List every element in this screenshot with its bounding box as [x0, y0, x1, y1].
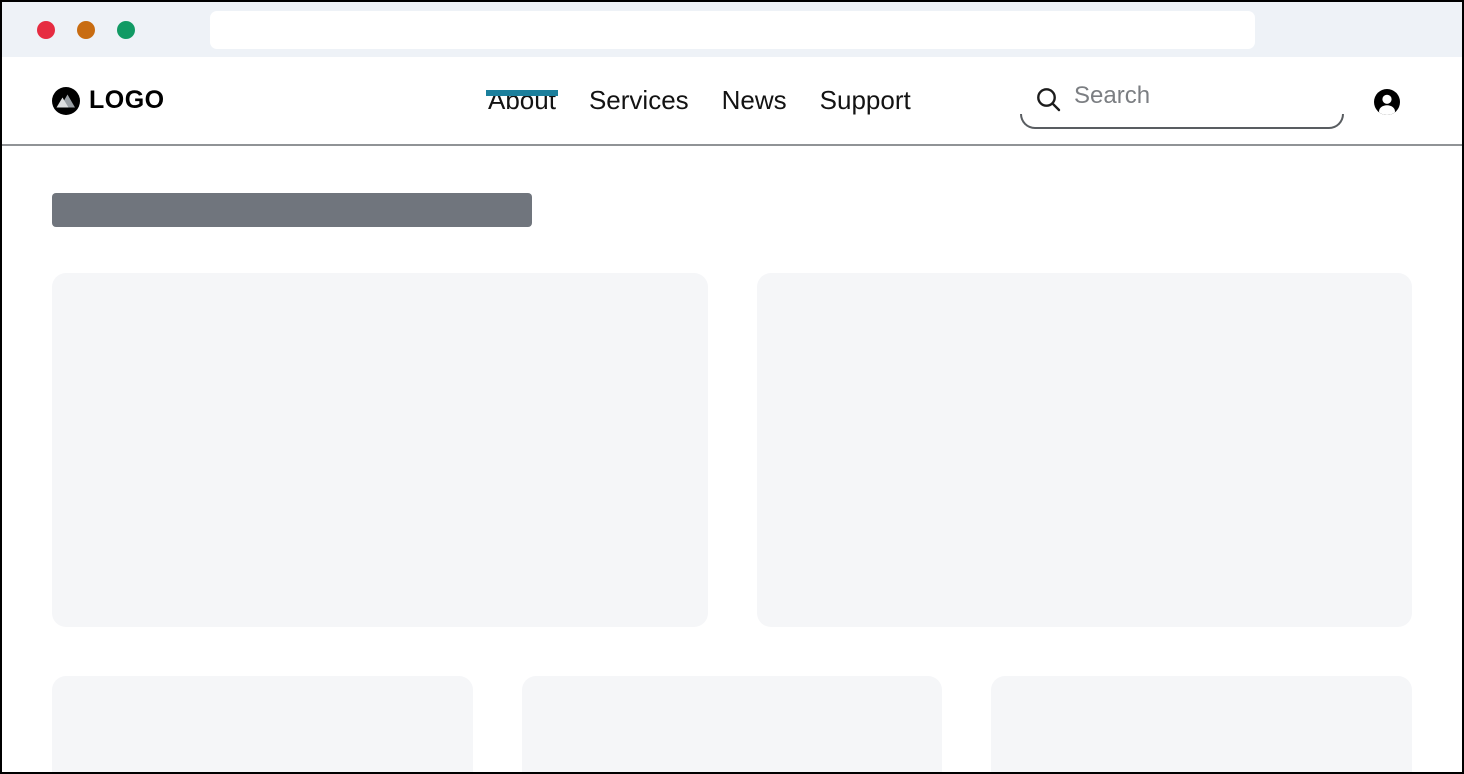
placeholder-card	[991, 676, 1412, 774]
placeholder-card	[522, 676, 943, 774]
top-cards-row	[52, 273, 1412, 627]
main-content	[2, 146, 1462, 774]
nav-item-support[interactable]: Support	[820, 85, 911, 116]
search-input[interactable]	[1074, 82, 1324, 110]
mountain-logo-icon	[52, 87, 80, 115]
search-underline	[1020, 114, 1344, 129]
heading-placeholder-bar	[52, 193, 532, 227]
window-controls	[37, 21, 135, 39]
logo-link[interactable]: LOGO	[52, 57, 165, 144]
nav-item-news[interactable]: News	[722, 85, 787, 116]
placeholder-card	[52, 273, 708, 627]
bottom-cards-row	[52, 676, 1412, 774]
url-bar[interactable]	[210, 11, 1255, 49]
nav-item-services[interactable]: Services	[589, 85, 689, 116]
window-zoom-button[interactable]	[117, 21, 135, 39]
logo-text: LOGO	[89, 86, 165, 115]
search-box	[1020, 73, 1344, 129]
nav-item-about[interactable]: About	[488, 85, 556, 116]
window-minimize-button[interactable]	[77, 21, 95, 39]
search-icon	[1034, 85, 1064, 115]
placeholder-card	[757, 273, 1413, 627]
site-header: LOGO About Services News Support	[2, 57, 1462, 146]
window-close-button[interactable]	[37, 21, 55, 39]
placeholder-card	[52, 676, 473, 774]
main-nav: About Services News Support	[488, 57, 911, 144]
browser-window: LOGO About Services News Support	[0, 0, 1464, 774]
browser-chrome-bar	[2, 2, 1462, 57]
user-avatar-icon[interactable]	[1374, 89, 1400, 115]
